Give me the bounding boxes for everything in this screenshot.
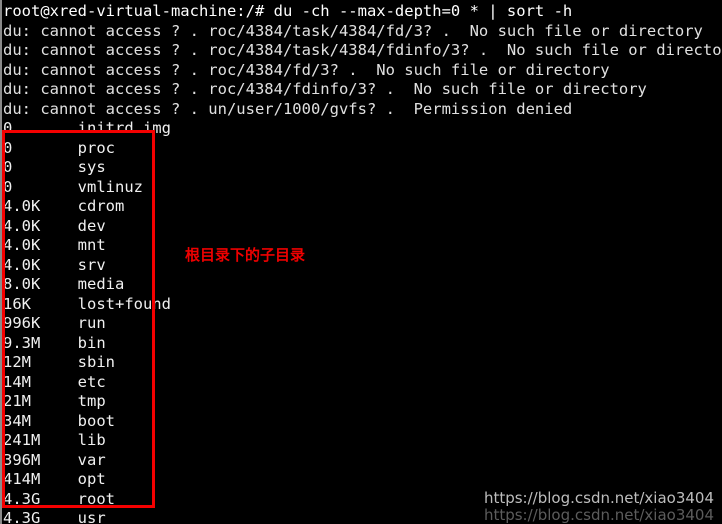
listing-row-sys: 0 sys: [3, 158, 106, 176]
error-line-3: du: cannot access ? . roc/4384/fd/3? . N…: [3, 60, 610, 79]
listing-row-root: 4.3G root: [3, 489, 115, 508]
error-line-2: du: cannot access ? . roc/4384/task/4384…: [3, 41, 722, 59]
listing-row-boot: 34M boot: [3, 411, 115, 430]
command-prompt-line: root@xred-virtual-machine:/# du -ch --ma…: [3, 2, 573, 20]
listing-row-run: 996K run: [3, 314, 106, 332]
listing-row-proc: 0 proc: [3, 138, 115, 157]
listing-row-mnt: 4.0K mnt: [3, 236, 106, 254]
error-line-1: du: cannot access ? . roc/4384/task/4384…: [3, 21, 703, 40]
listing-row-var: 396M var: [3, 450, 106, 469]
listing-row-dev: 4.0K dev: [3, 216, 106, 235]
terminal-screenshot: root@xred-virtual-machine:/# du -ch --ma…: [0, 0, 722, 524]
listing-row-etc: 14M etc: [3, 372, 106, 391]
listing-row-srv: 4.0K srv: [3, 255, 106, 274]
terminal-output[interactable]: root@xred-virtual-machine:/# du -ch --ma…: [0, 0, 722, 524]
error-line-4: du: cannot access ? . roc/4384/fdinfo/3?…: [3, 80, 647, 98]
listing-row-usr: 4.3G usr: [3, 509, 106, 524]
listing-row-initrd.img: 0 initrd.img: [3, 119, 171, 137]
window-left-edge: [0, 0, 2, 524]
listing-row-media: 8.0K media: [3, 275, 125, 293]
listing-row-vmlinuz: 0 vmlinuz: [3, 177, 143, 196]
listing-row-tmp: 21M tmp: [3, 392, 106, 410]
listing-row-bin: 9.3M bin: [3, 333, 106, 352]
annotation-label: 根目录下的子目录: [185, 246, 306, 264]
listing-row-cdrom: 4.0K cdrom: [3, 197, 125, 215]
listing-row-lib: 241M lib: [3, 431, 106, 449]
listing-row-lost+found: 16K lost+found: [3, 294, 171, 313]
listing-row-opt: 414M opt: [3, 470, 106, 488]
error-line-5: du: cannot access ? . un/user/1000/gvfs?…: [3, 99, 573, 118]
listing-row-sbin: 12M sbin: [3, 353, 115, 371]
